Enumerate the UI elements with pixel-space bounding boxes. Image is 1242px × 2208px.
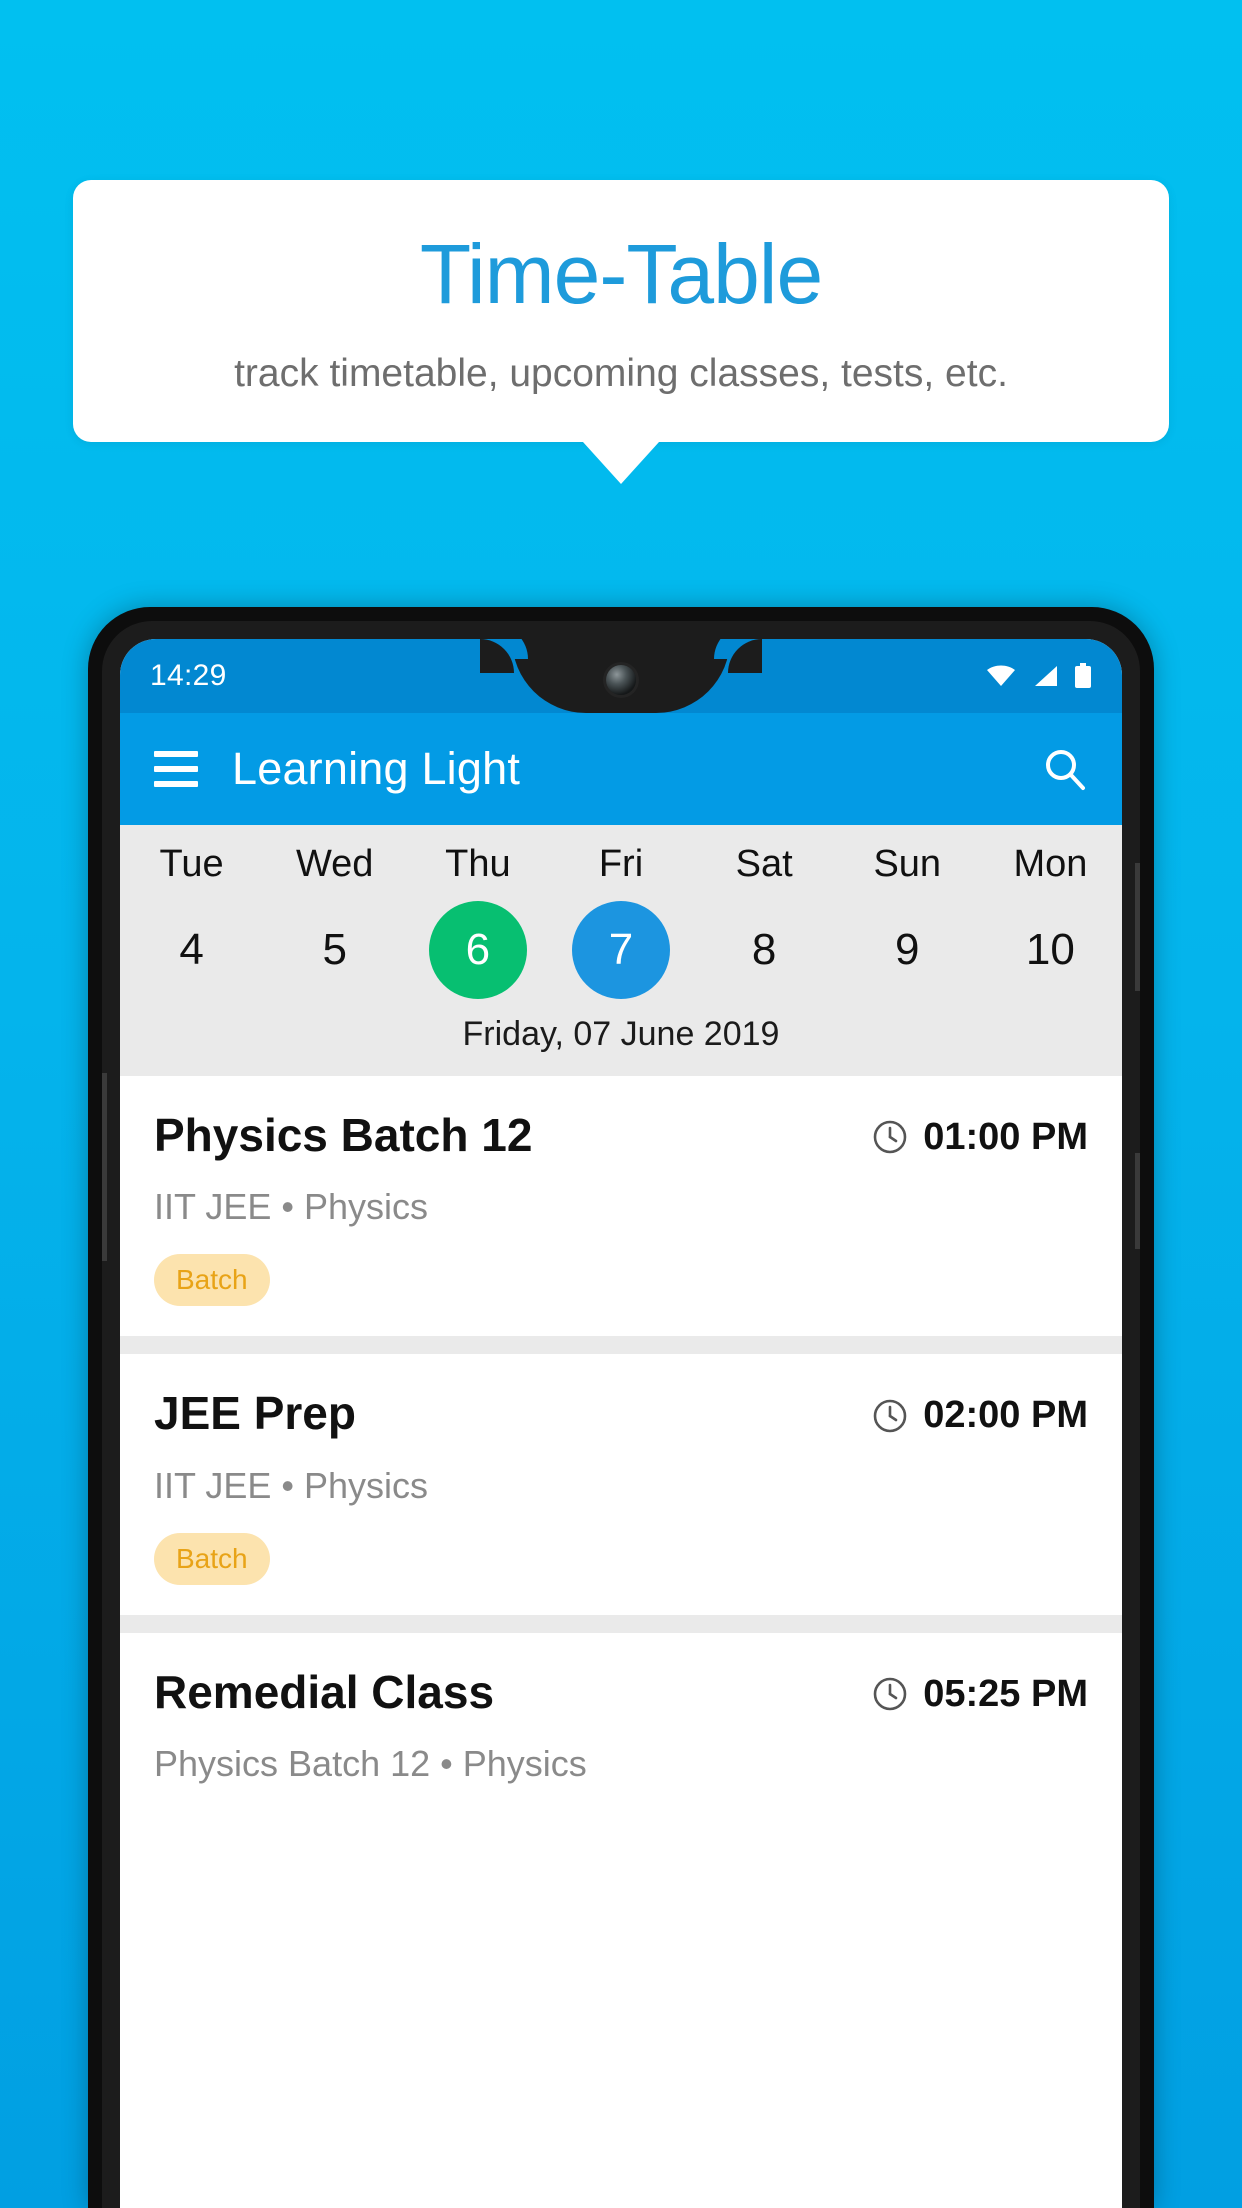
day-number-wrap: 10	[979, 901, 1122, 999]
clock-icon	[873, 1120, 907, 1154]
status-clock: 14:29	[150, 659, 227, 692]
hamburger-menu-icon[interactable]	[154, 751, 198, 787]
day-cell-mon[interactable]: Mon 10	[979, 841, 1122, 999]
day-name: Fri	[598, 843, 644, 885]
day-number-wrap: 8	[693, 901, 836, 999]
week-row: Tue 4 Wed 5 Thu 6 Fri 7 Sat 8 Sun 9 Mon 10	[120, 841, 1122, 999]
day-name: Thu	[445, 843, 511, 885]
day-number-wrap: 5	[263, 901, 406, 999]
class-time: 02:00 PM	[923, 1394, 1088, 1437]
status-icon-group	[986, 663, 1092, 689]
phone-mockup: 14:29 Learning Light Tue 4 Wed 5 Thu 6 F…	[88, 607, 1154, 2208]
front-camera-icon	[606, 665, 636, 695]
promo-bubble-tail	[583, 442, 659, 484]
day-cell-thu[interactable]: Thu 6	[406, 841, 549, 999]
promo-callout: Time-Table track timetable, upcoming cla…	[73, 180, 1169, 484]
class-badge-row: Batch	[154, 1254, 1088, 1307]
day-name: Sat	[735, 843, 793, 885]
battery-icon	[1075, 663, 1091, 688]
app-bar: Learning Light	[120, 713, 1122, 825]
day-number-today[interactable]: 6	[428, 900, 527, 999]
day-number[interactable]: 4	[143, 901, 241, 999]
wifi-icon	[987, 665, 1015, 686]
status-badge: Batch	[154, 1532, 270, 1585]
class-card-header: Remedial Class 05:25 PM	[154, 1667, 1088, 1718]
day-name: Mon	[1013, 843, 1088, 885]
class-time-group: 02:00 PM	[871, 1388, 1088, 1437]
class-card[interactable]: Remedial Class 05:25 PM Physics Batch 12 •…	[120, 1632, 1122, 1816]
class-card[interactable]: JEE Prep 02:00 PM IIT JEE • Physics Batch	[120, 1354, 1122, 1615]
day-cell-sat[interactable]: Sat 8	[693, 841, 836, 999]
day-number[interactable]: 10	[1001, 901, 1099, 999]
class-time: 01:00 PM	[923, 1115, 1088, 1158]
signal-icon	[1035, 666, 1057, 686]
promo-bubble: Time-Table track timetable, upcoming cla…	[73, 180, 1169, 442]
day-cell-fri[interactable]: Fri 7	[549, 841, 692, 999]
class-time: 05:25 PM	[923, 1672, 1088, 1715]
class-time-group: 01:00 PM	[871, 1110, 1088, 1159]
class-card-header: JEE Prep 02:00 PM	[154, 1388, 1088, 1439]
class-badge-row: Batch	[154, 1532, 1088, 1585]
day-number-wrap: 4	[120, 901, 263, 999]
day-cell-wed[interactable]: Wed 5	[263, 841, 406, 999]
promo-title: Time-Table	[419, 227, 823, 321]
class-subtitle: IIT JEE • Physics	[154, 1186, 429, 1228]
class-title: Remedial Class	[154, 1665, 495, 1718]
day-name: Sun	[873, 843, 942, 885]
day-number-wrap: 9	[836, 901, 979, 999]
promo-subtitle: track timetable, upcoming classes, tests…	[234, 352, 1008, 395]
phone-screen: 14:29 Learning Light Tue 4 Wed 5 Thu 6 F…	[120, 639, 1122, 2208]
day-name: Wed	[295, 843, 374, 885]
day-number-wrap: 6	[406, 900, 549, 999]
class-subtitle: IIT JEE • Physics	[154, 1464, 429, 1506]
day-cell-sun[interactable]: Sun 9	[836, 841, 979, 999]
class-card[interactable]: Physics Batch 12 01:00 PM IIT JEE • Physic…	[120, 1075, 1122, 1337]
app-title: Learning Light	[232, 743, 521, 794]
day-number[interactable]: 9	[858, 901, 956, 999]
clock-icon	[873, 1677, 907, 1711]
class-title: JEE Prep	[154, 1387, 356, 1440]
status-badge: Batch	[154, 1254, 270, 1307]
class-time-group: 05:25 PM	[871, 1667, 1088, 1716]
clock-icon	[873, 1399, 907, 1432]
assistant-button[interactable]	[1135, 1153, 1140, 1249]
day-cell-tue[interactable]: Tue 4	[120, 841, 263, 999]
day-number-wrap: 7	[549, 900, 692, 999]
class-subtitle: Physics Batch 12 • Physics	[154, 1743, 587, 1785]
class-title: Physics Batch 12	[154, 1108, 533, 1161]
week-date-strip: Tue 4 Wed 5 Thu 6 Fri 7 Sat 8 Sun 9 Mon 10 Friday, 07…	[120, 825, 1122, 1076]
power-button[interactable]	[1135, 863, 1140, 991]
day-number[interactable]: 8	[715, 901, 813, 999]
day-name: Tue	[159, 843, 224, 885]
class-card-header: Physics Batch 12 01:00 PM	[154, 1108, 1088, 1161]
day-number[interactable]: 5	[286, 901, 384, 999]
search-icon[interactable]	[1042, 746, 1088, 792]
phone-bezel: 14:29 Learning Light Tue 4 Wed 5 Thu 6 F…	[102, 621, 1140, 2208]
class-list: Physics Batch 12 01:00 PM IIT JEE • Physic…	[120, 1075, 1122, 1816]
selected-date-label: Friday, 07 June 2019	[462, 1014, 780, 1053]
day-number-selected[interactable]: 7	[571, 900, 670, 999]
volume-button[interactable]	[102, 1073, 107, 1261]
